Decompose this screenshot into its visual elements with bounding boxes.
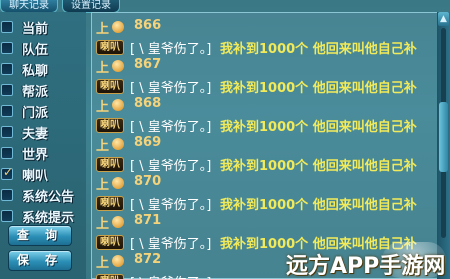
save-button[interactable]: 保 存 — [8, 250, 72, 271]
horn-badge: 喇叭 — [96, 157, 124, 172]
horn-badge: 喇叭 — [96, 235, 124, 250]
checkbox[interactable] — [1, 21, 13, 33]
message-text: 我补到1000个 他回来叫他自己补 — [220, 81, 417, 96]
message-count: 872 — [134, 252, 162, 267]
channel-guild[interactable]: 帮派 — [0, 80, 86, 101]
checkbox[interactable] — [1, 105, 13, 117]
message-prefix: [ \ 皇爷伤了。] — [130, 272, 211, 279]
watermark: 远方APP手游网 — [286, 242, 450, 279]
channel-private[interactable]: 私聊 — [0, 59, 86, 80]
scroll-up-icon[interactable]: ▲ — [438, 12, 449, 26]
channel-label: 夫妻 — [22, 127, 49, 142]
channel-label: 喇叭 — [22, 169, 49, 184]
channel-world[interactable]: 世界 — [0, 143, 86, 164]
horn-badge: 喇叭 — [96, 196, 124, 211]
channel-team[interactable]: 队伍 — [0, 38, 86, 59]
message-count: 868 — [134, 96, 162, 111]
checkmark-icon: ✓ — [3, 165, 14, 179]
player-icon — [112, 99, 124, 111]
message-prefix: [ \ 皇爷伤了。] — [130, 237, 212, 252]
message-text: 我补到1000个 他回来叫他自己补 — [220, 42, 417, 57]
channel-current[interactable]: 当前 — [0, 17, 86, 38]
channel-label: 私聊 — [22, 64, 49, 79]
scroll-thumb[interactable] — [439, 102, 448, 172]
channel-label: 系统公告 — [22, 190, 75, 205]
message-count: 870 — [134, 174, 162, 189]
player-icon — [112, 255, 124, 267]
channel-horn[interactable]: ✓ 喇叭 — [0, 164, 86, 185]
checkbox[interactable] — [1, 63, 13, 75]
watermark-text: 远方APP手游网 — [286, 254, 446, 279]
channel-label: 帮派 — [22, 85, 49, 100]
channel-couple[interactable]: 夫妻 — [0, 122, 86, 143]
horn-badge: 喇叭 — [96, 79, 124, 94]
chat-messages: 上 866 喇叭 [ \ 皇爷伤了。] 我补到1000个 他回来叫他自己补 上 … — [91, 12, 437, 279]
horn-badge: 喇叭 — [96, 274, 124, 279]
channel-system-hint[interactable]: 系统提示 — [0, 206, 86, 227]
checkbox[interactable] — [1, 84, 13, 96]
message-text: 我补到1000个 他回来叫他自己补 — [220, 159, 417, 174]
player-icon — [112, 60, 124, 72]
channel-sect[interactable]: 门派 — [0, 101, 86, 122]
chat-log-window: 聊天记录 设置记录 当前 队伍 私聊 帮派 门派 夫妻 世界 ✓ 喇叭 系统公告… — [0, 0, 450, 279]
checkbox[interactable] — [1, 42, 13, 54]
message-prefix: [ \ 皇爷伤了。] — [130, 120, 212, 135]
message-prefix: [ \ 皇爷伤了。] — [130, 198, 212, 213]
up-label: 上 — [96, 178, 110, 193]
message-prefix: [ \ 皇爷伤了。] — [130, 159, 212, 174]
message-prefix: [ \ 皇爷伤了。] — [130, 81, 212, 96]
message-count: 871 — [134, 213, 162, 228]
checkbox-checked[interactable]: ✓ — [1, 165, 14, 180]
player-icon — [112, 216, 124, 228]
up-label: 上 — [96, 61, 110, 76]
chat-scrollbar[interactable]: ▲ — [437, 12, 450, 279]
horn-badge: 喇叭 — [96, 40, 124, 55]
checkbox[interactable] — [1, 147, 13, 159]
channel-label: 世界 — [22, 148, 49, 163]
up-label: 上 — [96, 256, 110, 271]
query-button[interactable]: 查 询 — [8, 225, 72, 246]
up-label: 上 — [96, 100, 110, 115]
up-label: 上 — [96, 217, 110, 232]
message-text: 我补到1000个 他回来叫他自己补 — [220, 198, 417, 213]
message-prefix: [ \ 皇爷伤了。] — [130, 42, 212, 57]
player-icon — [112, 177, 124, 189]
tab-strip: 聊天记录 设置记录 — [0, 0, 170, 13]
player-icon — [112, 138, 124, 150]
checkbox[interactable] — [1, 189, 13, 201]
message-count: 866 — [134, 18, 162, 33]
checkbox[interactable] — [1, 126, 13, 138]
message-count: 869 — [134, 135, 162, 150]
player-icon — [112, 21, 124, 33]
message-count: 867 — [134, 57, 162, 72]
message-text: 我补到1000个 他回来叫他自己补 — [220, 120, 417, 135]
channel-panel: 当前 队伍 私聊 帮派 门派 夫妻 世界 ✓ 喇叭 系统公告 系统提示 查 询 … — [0, 12, 86, 279]
up-label: 上 — [96, 22, 110, 37]
channel-label: 队伍 — [22, 43, 49, 58]
checkbox[interactable] — [1, 210, 13, 222]
channel-label: 门派 — [22, 106, 49, 121]
channel-label: 系统提示 — [22, 211, 75, 226]
channel-label: 当前 — [22, 22, 49, 37]
up-label: 上 — [96, 139, 110, 154]
horn-badge: 喇叭 — [96, 118, 124, 133]
channel-system-announcement[interactable]: 系统公告 — [0, 185, 86, 206]
